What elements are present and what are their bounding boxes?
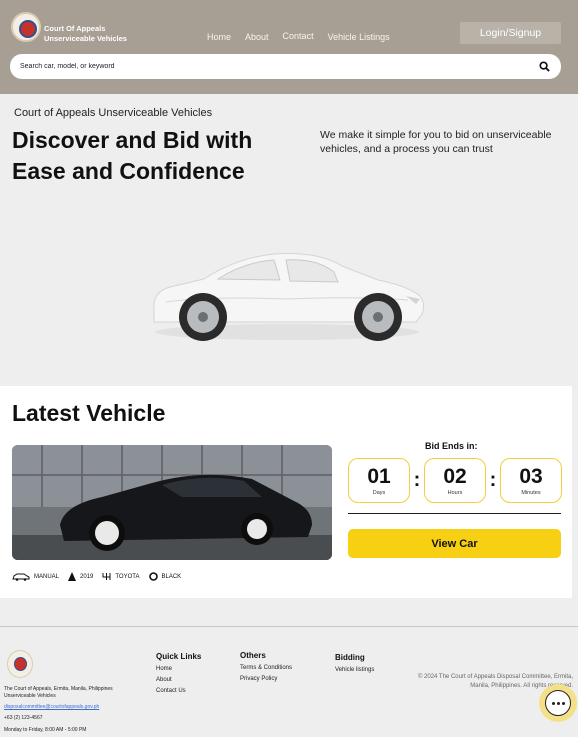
countdown-hours: 02 Hours: [424, 458, 486, 503]
countdown-minutes: 03 Minutes: [500, 458, 562, 503]
nav-home[interactable]: Home: [207, 32, 231, 42]
chat-icon: [545, 690, 571, 716]
countdown-value: 02: [443, 464, 467, 488]
search-icon[interactable]: [539, 61, 550, 72]
spec-brand-label: TOYOTA: [115, 573, 140, 580]
footer-link-contact[interactable]: Contact Us: [156, 688, 201, 694]
divider: [348, 513, 561, 514]
footer-phone: +63 (2) 123-4567: [4, 715, 43, 721]
search-bar: [10, 54, 561, 79]
footer-link-terms[interactable]: Terms & Conditions: [240, 665, 292, 671]
footer-column-title: Others: [240, 651, 266, 660]
spec-year: 2019: [68, 572, 93, 581]
footer-divider: [0, 626, 578, 627]
vehicle-specs: MANUAL 2019 TOYOTA BLACK: [12, 572, 181, 581]
nav-vehicle-listings[interactable]: Vehicle Listings: [328, 32, 390, 42]
brand-line-1: Court Of Appeals: [44, 24, 106, 33]
site-header: Court Of Appeals Unserviceable Vehicles …: [0, 0, 578, 94]
spec-transmission: MANUAL: [12, 572, 59, 581]
spec-brand: TOYOTA: [102, 572, 140, 581]
footer-column-title: Bidding: [335, 653, 365, 662]
section-title: Latest Vehicle: [12, 400, 166, 426]
hero-title: Discover and Bid with Ease and Confidenc…: [12, 127, 253, 184]
hero-subtitle: Court of Appeals Unserviceable Vehicles: [14, 107, 213, 119]
gearshift-icon: [102, 573, 111, 580]
circle-icon: [148, 572, 158, 581]
latest-vehicle-section: Latest Vehicle MANUAL 2019 TOYOTA BLACK …: [0, 386, 572, 598]
countdown-unit: Hours: [447, 489, 463, 496]
court-seal-logo[interactable]: [11, 12, 41, 42]
triangle-icon: [68, 572, 77, 581]
footer-hours: Monday to Friday, 8:00 AM - 5:00 PM: [4, 727, 87, 733]
spec-color-label: BLACK: [161, 573, 182, 580]
countdown-value: 01: [367, 464, 391, 488]
footer-address: The Court of Appeals, Ermita, Manila, Ph…: [4, 686, 113, 699]
hero-car-image: [153, 253, 425, 341]
bid-ends-label: Bid Ends in:: [425, 441, 478, 451]
countdown-value: 03: [519, 464, 543, 488]
countdown-separator: :: [489, 469, 497, 491]
car-icon: [12, 573, 30, 581]
footer-others: Others Terms & Conditions Privacy Policy: [240, 651, 292, 687]
countdown-days: 01 Days: [348, 458, 410, 503]
bid-countdown: 01 Days : 02 Hours : 03 Minutes: [348, 458, 562, 503]
login-signup-button[interactable]: Login/Signup: [460, 22, 561, 44]
search-input[interactable]: [20, 59, 520, 74]
countdown-separator: :: [413, 469, 421, 491]
footer-bidding: Bidding Vehicle listings: [335, 653, 374, 678]
countdown-unit: Days: [372, 489, 386, 496]
hero-description: We make it simple for you to bid on unse…: [320, 129, 552, 155]
brand-line-2: Unserviceable Vehicles: [44, 34, 127, 43]
countdown-unit: Minutes: [521, 489, 541, 496]
spec-color: BLACK: [148, 572, 182, 581]
footer-quick-links: Quick Links Home About Contact Us: [156, 652, 201, 699]
footer-email-link[interactable]: disposalcommittee@courtofappeals.gov.ph: [4, 704, 99, 710]
nav-about[interactable]: About: [245, 32, 269, 42]
footer-link-about[interactable]: About: [156, 677, 201, 683]
view-car-button[interactable]: View Car: [348, 529, 561, 558]
site-brand[interactable]: Court Of Appeals Unserviceable Vehicles: [44, 24, 127, 44]
spec-year-label: 2019: [80, 573, 94, 580]
footer-link-privacy[interactable]: Privacy Policy: [240, 676, 292, 682]
footer-link-vehicle-listings[interactable]: Vehicle listings: [335, 667, 374, 673]
main-nav: Home About Contact Vehicle Listings: [207, 31, 390, 42]
footer-link-home[interactable]: Home: [156, 666, 201, 672]
spec-transmission-label: MANUAL: [34, 573, 60, 580]
nav-contact[interactable]: Contact: [283, 31, 314, 41]
vehicle-photo[interactable]: [12, 445, 332, 560]
vehicle-photo-graphic: [12, 445, 332, 560]
footer-column-title: Quick Links: [156, 652, 202, 661]
chat-button[interactable]: [539, 684, 577, 722]
footer-seal-logo: [7, 650, 33, 678]
